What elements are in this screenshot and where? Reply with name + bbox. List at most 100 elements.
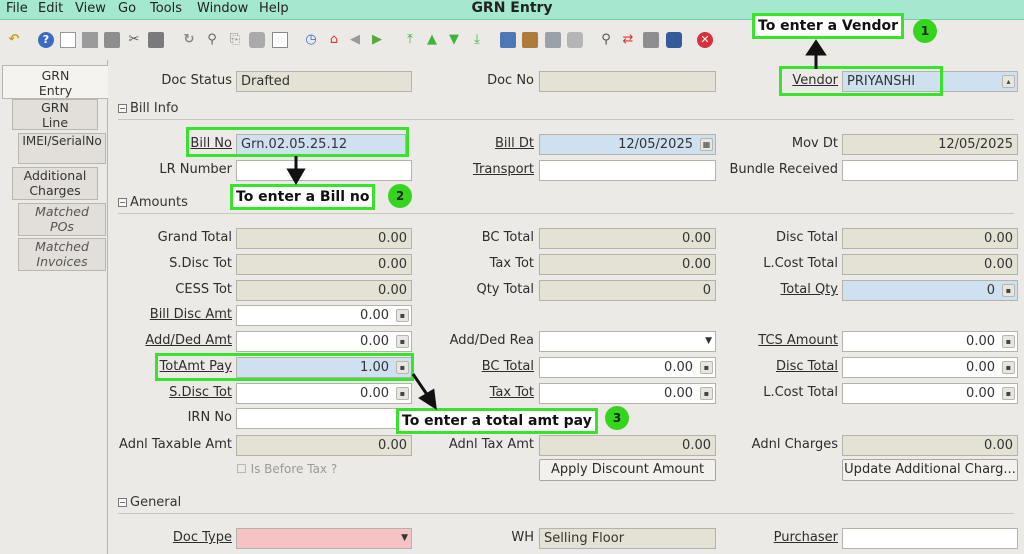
bundle-received-label: Bundle Received [729, 162, 838, 177]
total-qty-field[interactable]: 0 ▪ [842, 280, 1018, 301]
bill-dt-label: Bill Dt [495, 136, 534, 151]
copy-icon[interactable] [82, 32, 98, 48]
calculator-icon[interactable]: ▪ [1002, 335, 1015, 348]
bundle-received-field[interactable] [842, 160, 1018, 181]
tab-grn-entry[interactable]: GRN Entry [2, 65, 108, 99]
child-record-icon[interactable]: ▼ [446, 32, 462, 48]
transport-field[interactable] [539, 160, 716, 181]
irn-no-label: IRN No [187, 410, 232, 425]
sdisc-tot2-field[interactable]: 0.00 ▪ [236, 383, 412, 404]
tcs-amount-label: TCS Amount [758, 333, 838, 348]
totamt-pay-field[interactable]: 1.00 ▪ [236, 357, 412, 378]
step-3-badge: 3 [605, 406, 629, 430]
calculator-icon[interactable]: ▪ [700, 387, 713, 400]
delete-selection-icon[interactable]: ✂ [126, 32, 142, 48]
close-window-icon[interactable]: ✕ [697, 32, 713, 48]
calculator-icon[interactable]: ▪ [1002, 361, 1015, 374]
print-preview-icon[interactable] [545, 32, 561, 48]
save-icon[interactable] [148, 32, 164, 48]
tab-matched-pos[interactable]: Matched POs [18, 203, 106, 236]
step-2-badge: 2 [388, 184, 412, 208]
general-section[interactable]: − General [118, 494, 1014, 514]
calculator-icon[interactable]: ▪ [396, 309, 409, 322]
tab-matched-invoices[interactable]: Matched Invoices [18, 238, 106, 271]
refresh-icon[interactable]: ↻ [181, 32, 197, 48]
disc-total2-field[interactable]: 0.00 ▪ [842, 357, 1018, 378]
calculator-icon[interactable]: ▪ [396, 335, 409, 348]
bill-disc-amt-label: Bill Disc Amt [149, 307, 232, 322]
grand-total-label: Grand Total [157, 230, 232, 245]
is-before-tax-checkbox[interactable]: ☐ Is Before Tax ? [236, 462, 337, 476]
help-icon[interactable]: ? [38, 32, 54, 48]
tab-additional-charges[interactable]: Additional Charges [12, 167, 98, 200]
undo-icon[interactable]: ↶ [6, 32, 22, 48]
vendor-field[interactable]: PRIYANSHI ▴ [842, 71, 1018, 92]
calendar-icon[interactable]: ▦ [700, 138, 713, 151]
home-icon[interactable]: ⌂ [326, 32, 342, 48]
lcost-total2-label: L.Cost Total [763, 385, 838, 400]
menu-file[interactable]: File [6, 1, 28, 16]
bill-dt-field[interactable]: 12/05/2025 ▦ [539, 134, 716, 155]
chevron-down-icon[interactable]: ▼ [401, 529, 408, 548]
chevron-down-icon[interactable]: ▼ [705, 332, 712, 351]
process-icon[interactable] [666, 32, 682, 48]
mov-dt-field: 12/05/2025 [842, 134, 1018, 155]
calculator-icon[interactable]: ▪ [1002, 284, 1015, 297]
tab-grn-line[interactable]: GRN Line [12, 99, 98, 130]
irn-no-field[interactable] [236, 408, 412, 429]
qty-total-field: 0 [539, 280, 716, 301]
archive-icon[interactable] [522, 32, 538, 48]
print-icon[interactable] [567, 32, 583, 48]
history-icon[interactable]: ◷ [303, 32, 319, 48]
bill-no-field[interactable]: Grn.02.05.25.12 [236, 134, 406, 155]
lr-number-field[interactable] [236, 160, 412, 181]
menu-help[interactable]: Help [259, 1, 289, 16]
menu-view[interactable]: View [75, 1, 106, 16]
last-record-icon[interactable]: ⤓ [469, 32, 485, 48]
grand-total-field: 0.00 [236, 228, 412, 249]
menu-edit[interactable]: Edit [38, 1, 63, 16]
cess-tot-label: CESS Tot [175, 282, 232, 297]
workflow-icon[interactable]: ⇄ [620, 32, 636, 48]
next-record-icon[interactable]: ▶ [369, 32, 385, 48]
attachment-icon[interactable]: ⎘ [227, 32, 243, 48]
add-ded-amt-field[interactable]: 0.00 ▪ [236, 331, 412, 352]
menu-window[interactable]: Window [197, 1, 248, 16]
calculator-icon[interactable]: ▪ [700, 361, 713, 374]
purchaser-field[interactable] [842, 528, 1018, 549]
lcost-total2-field[interactable]: 0.00 ▪ [842, 383, 1018, 404]
tcs-amount-field[interactable]: 0.00 ▪ [842, 331, 1018, 352]
tax-tot2-field[interactable]: 0.00 ▪ [539, 383, 716, 404]
update-additional-charges-button[interactable]: Update Additional Charg... [842, 459, 1018, 481]
find-icon[interactable]: ⚲ [204, 32, 220, 48]
delete-icon[interactable] [104, 32, 120, 48]
parent-record-icon[interactable]: ▲ [424, 32, 440, 48]
add-ded-rea-select[interactable]: ▼ [539, 331, 716, 352]
bill-disc-amt-field[interactable]: 0.00 ▪ [236, 305, 412, 326]
calculator-icon[interactable]: ▪ [396, 387, 409, 400]
chat-icon[interactable] [249, 32, 265, 48]
bill-info-section[interactable]: − Bill Info [118, 100, 1014, 120]
doc-type-select[interactable]: ▼ [236, 528, 412, 549]
report-icon[interactable] [500, 32, 516, 48]
first-record-icon[interactable]: ⤒ [402, 32, 418, 48]
cess-tot-field: 0.00 [236, 280, 412, 301]
calculator-icon[interactable]: ▪ [396, 361, 409, 374]
new-icon[interactable] [60, 32, 76, 48]
vendor-lookup-icon[interactable]: ▴ [1002, 75, 1015, 88]
bc-total2-field[interactable]: 0.00 ▪ [539, 357, 716, 378]
calculator-icon[interactable]: ▪ [1002, 387, 1015, 400]
apply-discount-button[interactable]: Apply Discount Amount [539, 459, 716, 481]
zoom-across-icon[interactable]: ⚲ [598, 32, 614, 48]
bc-total-field: 0.00 [539, 228, 716, 249]
menu-go[interactable]: Go [118, 1, 136, 16]
tab-imei-serialno[interactable]: IMEI/SerialNo [18, 133, 106, 164]
product-info-icon[interactable] [643, 32, 659, 48]
previous-record-icon[interactable]: ◀ [347, 32, 363, 48]
menu-tools[interactable]: Tools [150, 1, 182, 16]
grid-toggle-icon[interactable] [272, 32, 288, 48]
adnl-taxable-label: Adnl Taxable Amt [119, 437, 232, 452]
wh-field: Selling Floor [539, 528, 716, 549]
sdisc-tot-label: S.Disc Tot [169, 256, 232, 271]
lcost-total-label: L.Cost Total [763, 256, 838, 271]
